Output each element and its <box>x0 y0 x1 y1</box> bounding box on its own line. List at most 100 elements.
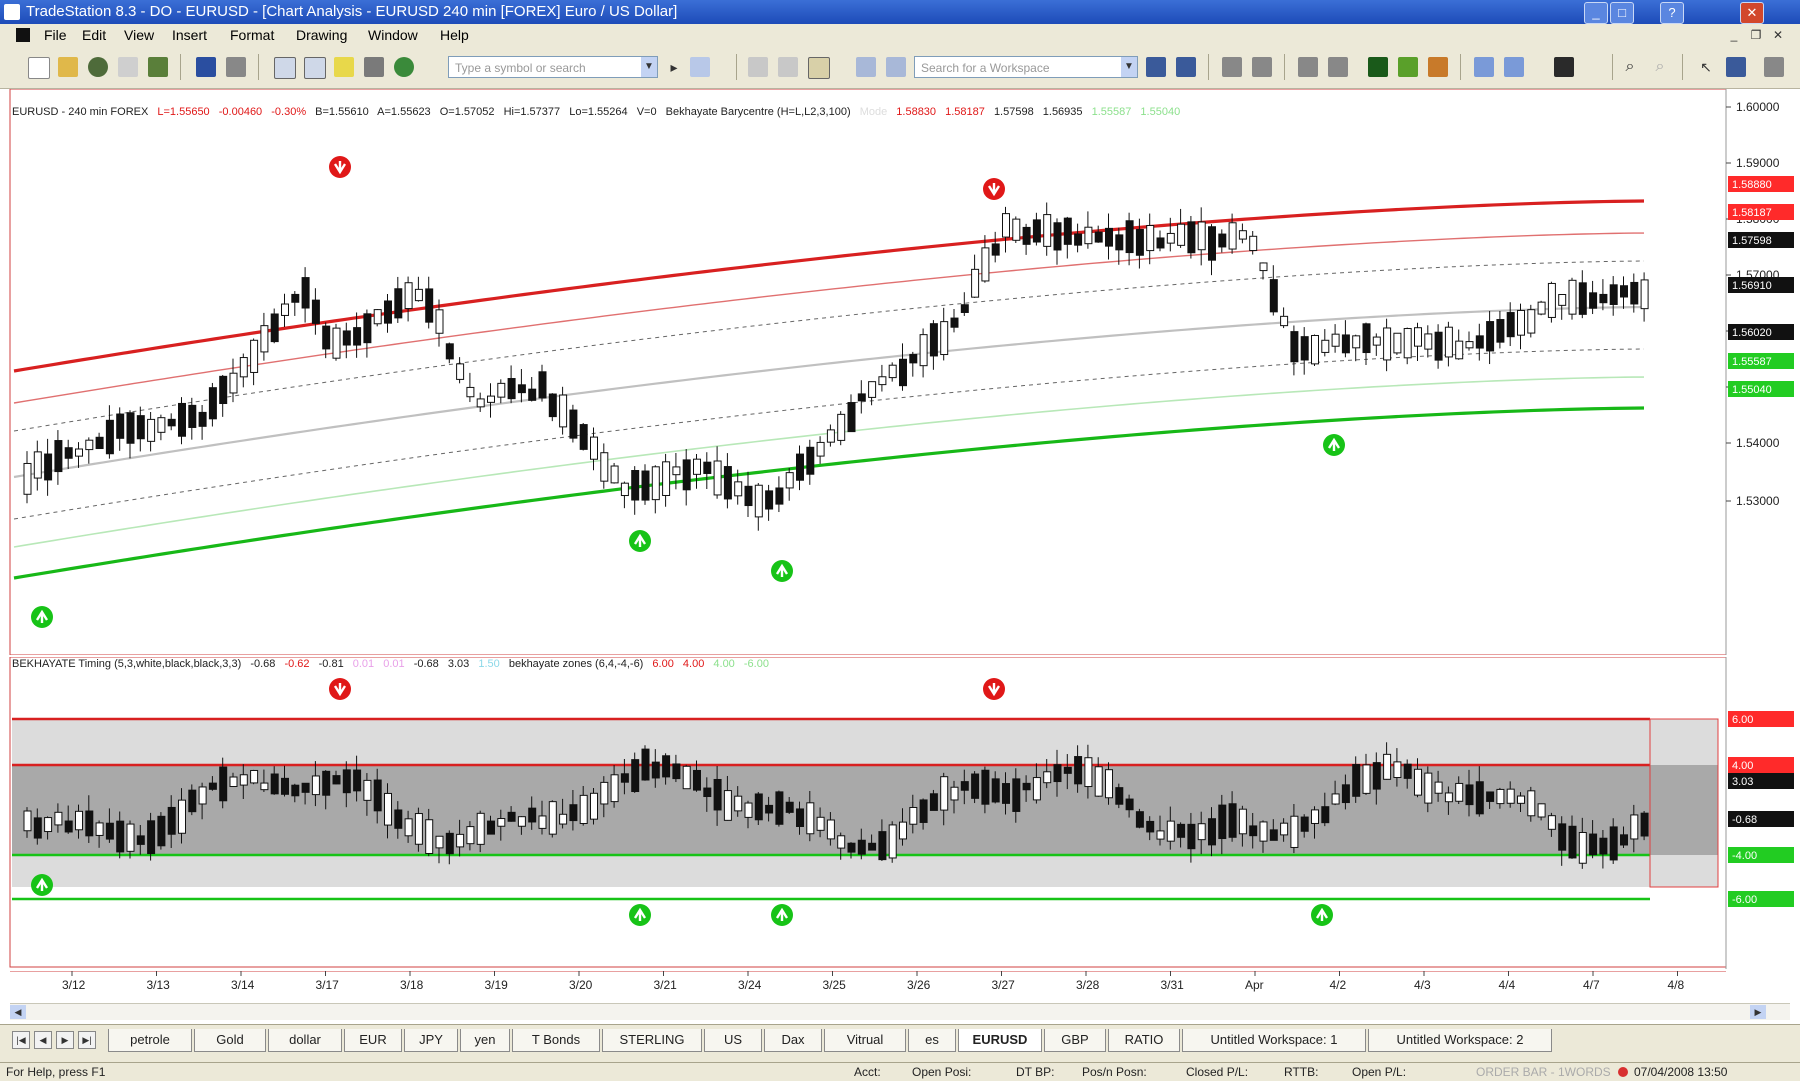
mdi-close-icon[interactable]: ✕ <box>1770 27 1786 43</box>
new-file-icon[interactable] <box>28 57 50 79</box>
tab-us[interactable]: US <box>704 1029 762 1052</box>
tab-untitled-workspace-2[interactable]: Untitled Workspace: 2 <box>1368 1029 1552 1052</box>
bar-style-icon[interactable] <box>1146 57 1166 77</box>
price-chart[interactable]: 1.600001.590001.580001.570001.560001.550… <box>0 89 1800 655</box>
chart-green-icon[interactable] <box>1368 57 1388 77</box>
osc-marker-label: -6.00 <box>1732 894 1757 906</box>
workspace-search-input[interactable]: Search for a Workspace ▼ <box>914 56 1138 78</box>
price-candle <box>322 325 331 350</box>
window-tile-icon[interactable] <box>274 57 296 79</box>
indicator-icon[interactable] <box>856 57 876 77</box>
menu-file[interactable]: File <box>44 24 67 46</box>
price-candle <box>981 247 990 282</box>
scroll-right-icon[interactable]: ▶ <box>1750 1005 1766 1019</box>
osc-candle <box>775 791 784 825</box>
tab-dax[interactable]: Dax <box>764 1029 822 1052</box>
drawing-tool-icon[interactable] <box>364 57 384 77</box>
menu-drawing[interactable]: Drawing <box>296 24 347 46</box>
copy-icon[interactable] <box>118 57 138 77</box>
trendline-icon[interactable] <box>1398 57 1418 77</box>
osc-candle <box>1321 806 1330 824</box>
close-window-button[interactable]: ✕ <box>1740 2 1764 24</box>
help-window-button[interactable]: ? <box>1660 2 1684 24</box>
properties-icon[interactable] <box>778 57 798 77</box>
price-candle <box>75 448 83 457</box>
minimize-button[interactable]: _ <box>1584 2 1608 24</box>
tab-es[interactable]: es <box>908 1029 956 1052</box>
mdi-minimize-icon[interactable]: _ <box>1726 27 1742 43</box>
osc-candle <box>940 776 949 811</box>
tab-eur[interactable]: EUR <box>344 1029 402 1052</box>
restore-button[interactable]: □ <box>1610 2 1634 24</box>
menu-edit[interactable]: Edit <box>82 24 106 46</box>
tab-next-icon[interactable]: ▶ <box>56 1031 74 1049</box>
data-tips-icon[interactable] <box>1504 57 1524 77</box>
osc-candle <box>260 782 269 791</box>
tab-t-bonds[interactable]: T Bonds <box>512 1029 600 1052</box>
tab-vitrual[interactable]: Vitrual <box>824 1029 906 1052</box>
tab-untitled-workspace-1[interactable]: Untitled Workspace: 1 <box>1182 1029 1366 1052</box>
tools-icon[interactable] <box>1764 57 1784 77</box>
delete-drawing-icon[interactable] <box>1726 57 1746 77</box>
tab-prev-icon[interactable]: ◀ <box>34 1031 52 1049</box>
oscillator-legend: BEKHAYATE Timing (5,3,white,black,black,… <box>12 658 775 670</box>
tab-yen[interactable]: yen <box>460 1029 510 1052</box>
format-icon[interactable] <box>748 57 768 77</box>
osc-candle <box>44 817 53 833</box>
candle-style-icon[interactable] <box>1176 57 1196 77</box>
tab-gold[interactable]: Gold <box>194 1029 266 1052</box>
workspace-icon[interactable] <box>88 57 108 77</box>
tab-last-icon[interactable]: ▶| <box>78 1031 96 1049</box>
data-window-icon[interactable] <box>808 57 830 79</box>
tab-jpy[interactable]: JPY <box>404 1029 458 1052</box>
mdi-restore-icon[interactable]: ❐ <box>1748 27 1764 43</box>
symbol-lookup-icon[interactable] <box>690 57 710 77</box>
tab-ratio[interactable]: RATIO <box>1108 1029 1180 1052</box>
scroll-left-icon[interactable]: ◀ <box>10 1005 26 1019</box>
pointer-icon[interactable]: ↖ <box>1696 57 1716 77</box>
analysis-icon[interactable] <box>394 57 414 77</box>
osc-candle <box>1063 766 1072 774</box>
zoom-in-icon[interactable]: ⌕ <box>1620 57 1640 77</box>
strategy-icon[interactable] <box>886 57 906 77</box>
tab-gbp[interactable]: GBP <box>1044 1029 1106 1052</box>
price-candle <box>1331 333 1340 347</box>
chevron-down-icon[interactable]: ▼ <box>641 57 657 77</box>
tab-dollar[interactable]: dollar <box>268 1029 342 1052</box>
go-arrow-icon[interactable]: ▸ <box>664 57 684 77</box>
tab-first-icon[interactable]: |◀ <box>12 1031 30 1049</box>
zoom-chart-icon[interactable] <box>1222 57 1242 77</box>
timing-oscillator-chart[interactable]: 6.00 4.00 3.03 -0.68 -4.00 -6.00 <box>0 657 1800 969</box>
zoom-out-icon[interactable]: ⌕ <box>1650 57 1670 77</box>
menu-view[interactable]: View <box>124 24 154 46</box>
bar-chart-icon[interactable] <box>1428 57 1448 77</box>
symbol-input[interactable]: Type a symbol or search ▼ <box>448 56 658 78</box>
price-marker-label: 1.55587 <box>1732 356 1772 368</box>
save-icon[interactable] <box>148 57 168 77</box>
save-disk-icon[interactable] <box>196 57 216 77</box>
crosshair-icon[interactable] <box>1474 57 1494 77</box>
insert-strategy-icon[interactable] <box>1328 57 1348 77</box>
chevron-down-icon[interactable]: ▼ <box>1121 57 1137 77</box>
price-candle <box>847 402 856 433</box>
open-folder-icon[interactable] <box>58 57 78 77</box>
menu-window[interactable]: Window <box>368 24 418 46</box>
tab-sterling[interactable]: STERLING <box>602 1029 702 1052</box>
menu-help[interactable]: Help <box>440 24 469 46</box>
print-icon[interactable] <box>226 57 246 77</box>
alert-icon[interactable] <box>334 57 354 77</box>
window-cascade-icon[interactable] <box>304 57 326 79</box>
price-candle <box>219 375 228 405</box>
scroll-chart-icon[interactable] <box>1252 57 1272 77</box>
osc-candle <box>559 813 568 825</box>
tab-eurusd[interactable]: EURUSD <box>958 1029 1042 1052</box>
price-candle <box>260 325 269 353</box>
color-picker-icon[interactable] <box>1554 57 1574 77</box>
tab-petrole[interactable]: petrole <box>108 1029 192 1052</box>
osc-candle <box>785 801 794 813</box>
menu-insert[interactable]: Insert <box>172 24 207 46</box>
price-candle <box>991 243 1000 256</box>
insert-analysis-icon[interactable] <box>1298 57 1318 77</box>
chart-horizontal-scrollbar[interactable]: ◀ ▶ <box>10 1003 1790 1020</box>
menu-format[interactable]: Format <box>230 24 274 46</box>
